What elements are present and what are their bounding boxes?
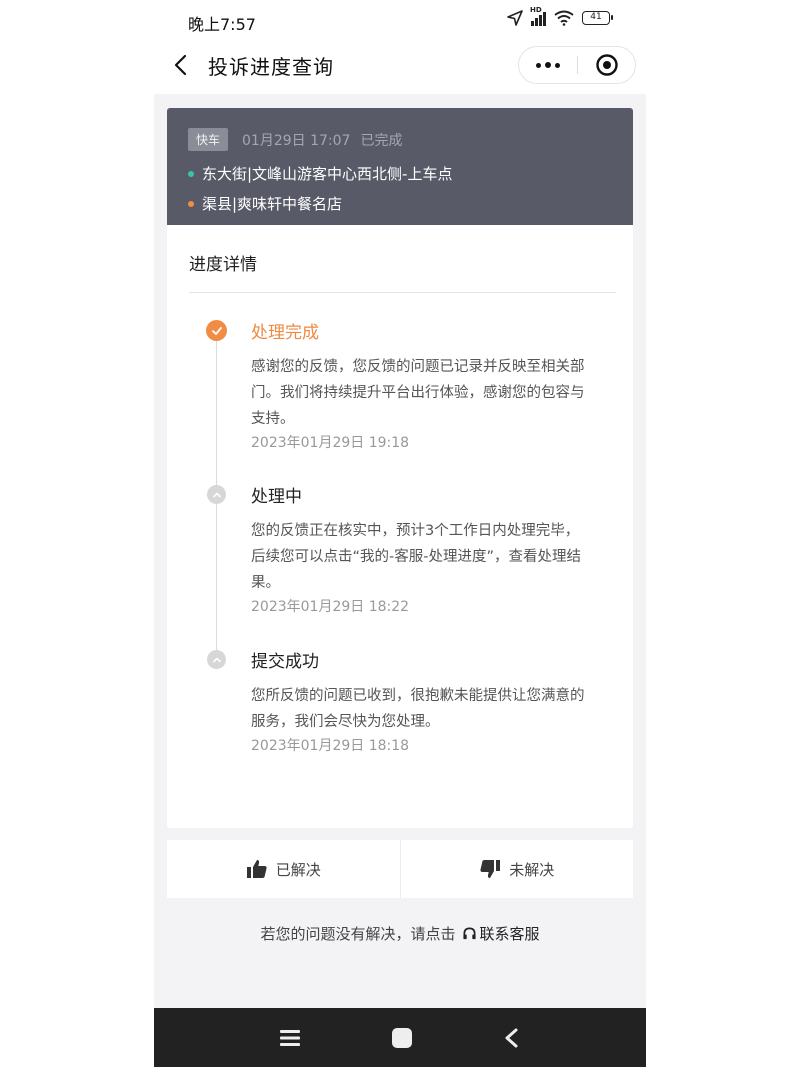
hd-label: HD — [530, 6, 542, 14]
check-icon — [206, 320, 227, 341]
pickup-location: 东大街|文峰山游客中心西北侧-上车点 — [188, 163, 633, 184]
nav-bar: 投诉进度查询 — [154, 42, 646, 94]
pickup-text: 东大街|文峰山游客中心西北侧-上车点 — [202, 165, 453, 183]
ride-type-tag: 快车 — [188, 128, 229, 151]
help-tip: 若您的问题没有解决，请点击 联系客服 — [154, 923, 646, 944]
step-description: 感谢您的反馈，您反馈的问题已记录并反映至相关部门。我们将持续提升平台出行体验，感… — [251, 359, 585, 427]
unresolved-label: 未解决 — [509, 860, 555, 879]
page-title: 投诉进度查询 — [208, 55, 334, 79]
pickup-dot-icon — [188, 170, 194, 177]
dropoff-dot-icon — [188, 200, 194, 207]
battery-icon: 41 — [582, 11, 613, 25]
step-description: 您所反馈的问题已收到，很抱歉未能提供让您满意的服务，我们会尽快为您处理。 — [251, 688, 585, 730]
headset-icon — [462, 927, 476, 940]
contact-service-label: 联系客服 — [479, 925, 540, 943]
status-bar: 晚上7:57 HD 41 — [154, 0, 646, 42]
step-title: 提交成功 — [251, 652, 319, 672]
miniprogram-capsule — [518, 46, 636, 84]
status-icons: HD 41 — [507, 6, 613, 26]
location-arrow-icon — [507, 10, 523, 26]
section-title: 进度详情 — [189, 255, 257, 275]
status-time: 晚上7:57 — [188, 15, 256, 34]
chevron-up-icon — [207, 485, 226, 504]
back-triangle-icon[interactable] — [503, 1028, 521, 1048]
thumbs-up-icon — [246, 860, 267, 878]
dropoff-location: 渠县|爽味轩中餐名店 — [188, 193, 633, 214]
step-description: 您的反馈正在核实中，预计3个工作日内处理完毕，后续您可以点击“我的-客服-处理进… — [251, 523, 581, 591]
home-icon[interactable] — [391, 1027, 413, 1049]
unresolved-button[interactable]: 未解决 — [401, 840, 634, 898]
more-dots-icon[interactable] — [519, 47, 577, 83]
chevron-up-icon — [207, 650, 226, 669]
target-circle-icon — [595, 54, 618, 76]
menu-icon[interactable] — [279, 1029, 301, 1047]
dropoff-text: 渠县|爽味轩中餐名店 — [202, 195, 343, 213]
signal-icon: HD — [530, 6, 546, 26]
thumbs-down-icon — [480, 860, 501, 878]
order-summary: 快车 01月29日 17:07 已完成 东大街|文峰山游客中心西北侧-上车点 渠… — [167, 108, 633, 225]
order-status: 已完成 — [360, 132, 403, 149]
resolved-button[interactable]: 已解决 — [167, 840, 400, 898]
chevron-left-icon[interactable] — [170, 52, 194, 78]
help-text: 若您的问题没有解决，请点击 — [260, 925, 456, 943]
feedback-actions: 已解决 未解决 — [167, 840, 633, 898]
step-title: 处理中 — [251, 487, 302, 507]
step-title: 处理完成 — [251, 323, 319, 343]
contact-service-link[interactable]: 联系客服 — [462, 923, 540, 944]
wifi-icon — [554, 10, 574, 26]
close-miniprogram-button[interactable] — [578, 47, 635, 83]
system-nav-bar — [154, 1008, 646, 1067]
step-time: 2023年01月29日 18:18 — [251, 738, 410, 754]
page-content: 快车 01月29日 17:07 已完成 东大街|文峰山游客中心西北侧-上车点 渠… — [154, 94, 646, 1008]
step-time: 2023年01月29日 18:22 — [251, 599, 410, 615]
resolved-label: 已解决 — [275, 860, 321, 879]
section-divider — [189, 292, 616, 293]
order-datetime: 01月29日 17:07 — [242, 132, 351, 149]
step-time: 2023年01月29日 19:18 — [251, 435, 410, 451]
complaint-card: 快车 01月29日 17:07 已完成 东大街|文峰山游客中心西北侧-上车点 渠… — [167, 108, 633, 828]
